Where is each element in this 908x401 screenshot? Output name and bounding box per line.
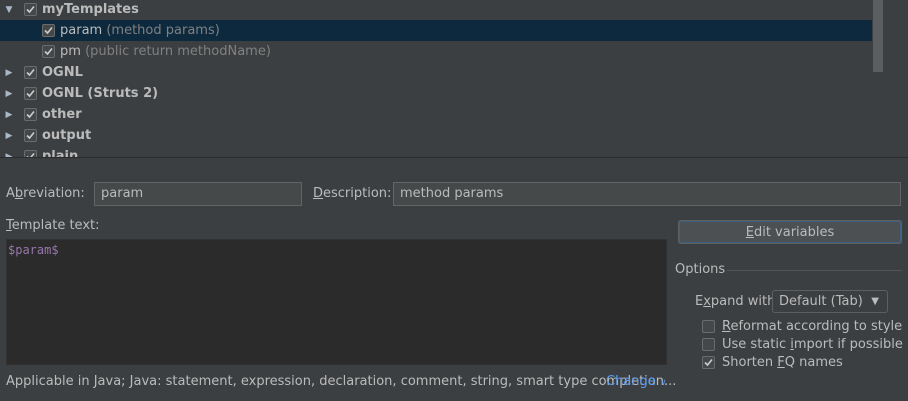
reformat-option[interactable]: Reformat according to style	[702, 317, 902, 335]
edit-variables-label: Edit variables	[745, 224, 835, 240]
shorten-fq-option[interactable]: Shorten FQ names	[702, 353, 843, 371]
static-import-option[interactable]: Use static import if possible	[702, 335, 903, 353]
expand-arrow-icon[interactable]: ▶	[3, 125, 15, 146]
group-label: other	[42, 107, 82, 122]
expand-arrow-icon[interactable]: ▶	[3, 83, 15, 104]
group-checkbox[interactable]	[24, 3, 37, 16]
group-checkbox[interactable]	[24, 150, 37, 157]
expand-arrow-icon[interactable]: ▼	[3, 0, 15, 20]
description-label: Description:	[313, 186, 392, 201]
template-text-content: $param$	[8, 243, 59, 257]
description-field[interactable]: method params	[393, 182, 901, 206]
template-name: pm	[60, 44, 81, 59]
group-label: OGNL	[42, 65, 83, 80]
template-text-label: Template text:	[6, 218, 100, 233]
expand-with-label: Expand with	[695, 294, 776, 309]
tree-group-other[interactable]: ▶ other	[0, 104, 884, 125]
template-description: (public return methodName)	[85, 44, 271, 59]
reformat-checkbox[interactable]	[702, 319, 715, 333]
group-label: plain	[42, 149, 79, 157]
template-tree[interactable]: ▼ myTemplates param (method params) pm (…	[0, 0, 908, 157]
tree-group-plain[interactable]: ▶ plain	[0, 146, 884, 157]
group-checkbox[interactable]	[24, 129, 37, 142]
tree-group-ognl[interactable]: ▶ OGNL	[0, 62, 884, 83]
shorten-fq-label: Shorten FQ names	[722, 354, 843, 370]
expand-arrow-icon[interactable]: ▶	[3, 62, 15, 83]
expand-arrow-icon[interactable]: ▶	[3, 146, 15, 158]
expand-arrow-icon[interactable]: ▶	[3, 104, 15, 125]
template-checkbox[interactable]	[42, 45, 55, 58]
shorten-fq-checkbox[interactable]	[702, 355, 715, 369]
panel-divider[interactable]	[0, 157, 908, 158]
group-checkbox[interactable]	[24, 108, 37, 121]
template-checkbox[interactable]	[42, 24, 55, 37]
expand-with-value: Default (Tab)	[779, 294, 863, 309]
group-label: OGNL (Struts 2)	[42, 86, 159, 101]
template-entry: param (method params)	[60, 23, 220, 38]
template-entry: pm (public return methodName)	[60, 44, 271, 59]
template-text-editor[interactable]: $param$	[6, 239, 667, 365]
group-label: myTemplates	[42, 2, 139, 17]
edit-variables-button[interactable]: Edit variables	[678, 220, 902, 244]
tree-group-mytemplates[interactable]: ▼ myTemplates	[0, 0, 884, 20]
applicable-contexts-text: Applicable in Java; Java: statement, exp…	[6, 374, 677, 389]
tree-group-ognl-struts2[interactable]: ▶ OGNL (Struts 2)	[0, 83, 884, 104]
chevron-down-icon: ∨	[659, 378, 667, 388]
group-checkbox[interactable]	[24, 87, 37, 100]
tree-group-output[interactable]: ▶ output	[0, 125, 884, 146]
tree-template-param[interactable]: param (method params)	[0, 20, 884, 41]
tree-template-pm[interactable]: pm (public return methodName)	[0, 41, 884, 62]
change-context-link[interactable]: Change ∨	[606, 374, 667, 389]
group-label: output	[42, 128, 92, 143]
abbreviation-label: AbAbreviation:	[6, 186, 85, 201]
options-separator	[727, 270, 902, 271]
reformat-label: Reformat according to style	[722, 318, 903, 334]
dropdown-arrow-icon: ▼	[871, 296, 879, 307]
expand-with-select[interactable]: Default (Tab) ▼	[772, 290, 888, 313]
group-checkbox[interactable]	[24, 66, 37, 79]
template-description: (method params)	[106, 23, 220, 38]
abbreviation-field[interactable]: param	[94, 182, 302, 206]
template-name: param	[60, 23, 103, 38]
static-import-checkbox[interactable]	[702, 337, 715, 351]
tree-scrollbar-thumb[interactable]	[873, 0, 883, 72]
static-import-label: Use static import if possible	[722, 336, 903, 352]
options-title: Options	[675, 262, 726, 277]
